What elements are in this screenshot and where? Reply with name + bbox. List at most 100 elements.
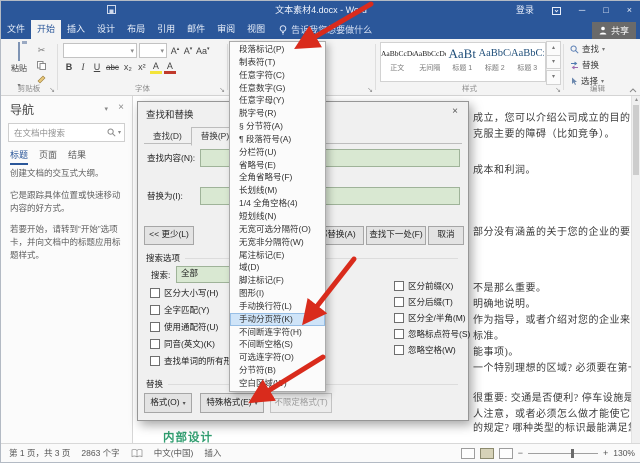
find-next-button[interactable]: 查找下一处(F) — [366, 226, 426, 245]
special-character-item[interactable]: § 分节符(A) — [230, 120, 325, 133]
font-name-select[interactable]: ▾ — [63, 43, 137, 58]
scrollbar-thumb[interactable] — [633, 105, 639, 175]
style-chip[interactable]: AaBt 标题 1 — [446, 43, 479, 81]
cancel-button[interactable]: 取消 — [428, 226, 464, 245]
copy-icon[interactable] — [37, 61, 46, 70]
nav-pane-tab[interactable]: 页面 — [39, 148, 57, 165]
special-character-item[interactable]: 手动换行符(L) — [230, 300, 325, 313]
checkbox-option[interactable]: 忽略空格(W) — [394, 342, 470, 358]
checkbox[interactable] — [394, 281, 404, 291]
styles-scroll-up-icon[interactable]: ▴ — [546, 41, 561, 56]
ribbon-tab[interactable]: 插入 — [61, 20, 91, 39]
ribbon-tab[interactable]: 视图 — [241, 20, 271, 39]
special-character-item[interactable]: 短划线(N) — [230, 210, 325, 223]
special-character-item[interactable]: 不间断空格(S) — [230, 338, 325, 351]
font-format-button[interactable]: abc — [105, 61, 120, 74]
dialog-close-icon[interactable]: × — [447, 105, 463, 119]
zoom-out-icon[interactable]: − — [518, 448, 523, 458]
special-character-item[interactable]: 尾注标记(E) — [230, 249, 325, 262]
special-character-item[interactable]: 分节符(B) — [230, 364, 325, 377]
font-format-button[interactable]: A — [149, 61, 162, 74]
ribbon-tab[interactable]: 开始 — [31, 20, 62, 39]
ribbon-tab[interactable]: 布局 — [121, 20, 151, 39]
insert-mode-indicator[interactable]: 插入 — [204, 447, 221, 459]
checkbox[interactable] — [394, 313, 404, 323]
font-dialog-launcher-icon[interactable]: ↘ — [219, 87, 225, 94]
ribbon-display-options-icon[interactable] — [543, 6, 570, 15]
zoom-slider-thumb[interactable] — [570, 448, 574, 458]
ribbon-tab[interactable]: 审阅 — [211, 20, 241, 39]
web-layout-icon[interactable] — [498, 447, 513, 459]
style-chip[interactable]: AaBbC: 标题 3 — [511, 43, 544, 81]
share-button[interactable]: 共享 — [591, 22, 636, 39]
zoom-in-icon[interactable]: + — [603, 448, 608, 458]
font-format-button[interactable]: x² — [136, 61, 148, 74]
special-character-item[interactable]: 分栏符(U) — [230, 146, 325, 159]
font-tool-button[interactable]: A▾ — [182, 43, 194, 58]
cut-icon[interactable]: ✂ — [38, 45, 46, 56]
font-format-button[interactable]: x₂ — [122, 61, 134, 74]
checkbox-option[interactable]: 区分全/半角(M) — [394, 310, 470, 326]
close-button[interactable]: × — [618, 1, 640, 20]
style-chip[interactable]: AaBbCcDd 无间隔 — [414, 43, 447, 81]
special-character-item[interactable]: 域(D) — [230, 261, 325, 274]
special-character-item[interactable]: 可选连字符(O) — [230, 351, 325, 364]
ribbon-tab[interactable]: 设计 — [91, 20, 121, 39]
nav-pane-options-icon[interactable]: ▾ — [104, 105, 108, 113]
special-character-item[interactable]: 脚注标记(F) — [230, 274, 325, 287]
paragraph-dialog-launcher-icon[interactable]: ↘ — [367, 87, 373, 94]
special-character-item[interactable]: 手动分页符(K) — [230, 312, 325, 326]
special-character-item[interactable]: 空白区域(W) — [230, 377, 325, 390]
font-format-button[interactable]: U — [91, 61, 103, 74]
special-character-item[interactable]: 段落标记(P) — [230, 43, 325, 56]
maximize-button[interactable]: □ — [594, 1, 617, 20]
special-character-item[interactable]: 长划线(M) — [230, 184, 325, 197]
replace-button[interactable]: 替换 — [570, 59, 599, 71]
font-tool-button[interactable]: A▴ — [169, 43, 181, 58]
checkbox[interactable] — [394, 329, 404, 339]
special-character-item[interactable]: 全角省略号(F) — [230, 171, 325, 184]
checkbox[interactable] — [150, 287, 160, 298]
special-character-item[interactable]: 任意字母(Y) — [230, 94, 325, 107]
read-mode-icon[interactable] — [460, 447, 475, 459]
font-size-select[interactable]: ▾ — [139, 43, 167, 58]
checkbox-option[interactable]: 忽略标点符号(S) — [394, 326, 470, 342]
special-character-item[interactable]: 省略号(E) — [230, 159, 325, 172]
collapse-ribbon-icon[interactable] — [629, 88, 637, 93]
minimize-button[interactable]: ─ — [570, 1, 594, 20]
tell-me-box[interactable]: 告诉我您想要做什么 — [279, 20, 372, 39]
checkbox-option[interactable]: 区分后缀(T) — [394, 294, 470, 310]
nav-pane-tab[interactable]: 标题 — [10, 148, 29, 165]
special-format-button[interactable]: 特殊格式(E) ▾ — [200, 393, 264, 413]
dialog-tab[interactable]: 查找(D) — [144, 128, 191, 145]
checkbox[interactable] — [150, 355, 160, 366]
zoom-level[interactable]: 130% — [613, 448, 635, 458]
format-button[interactable]: 格式(O) ▾ — [144, 393, 192, 413]
word-count[interactable]: 2863 个字 — [81, 447, 119, 459]
style-chip[interactable]: AaBbC( 标题 2 — [479, 43, 512, 81]
print-layout-icon[interactable] — [479, 447, 494, 459]
scroll-up-icon[interactable]: ▴ — [632, 96, 640, 103]
ribbon-tab[interactable]: 邮件 — [181, 20, 211, 39]
proofing-icon[interactable] — [131, 448, 143, 458]
special-character-item[interactable]: 无宽非分隔符(W) — [230, 236, 325, 249]
styles-scroll-down-icon[interactable]: ▾ — [546, 54, 561, 70]
zoom-slider[interactable] — [527, 448, 598, 458]
search-options-dropdown-icon[interactable]: ▾ — [118, 129, 121, 136]
clipboard-dialog-launcher-icon[interactable]: ↘ — [49, 87, 55, 94]
less-button[interactable]: << 更少(L) — [144, 226, 194, 245]
font-tool-button[interactable]: Aa▾ — [195, 43, 211, 58]
checkbox-option[interactable]: 区分前缀(X) — [394, 278, 470, 294]
special-character-item[interactable]: 制表符(T) — [230, 56, 325, 69]
checkbox[interactable] — [150, 304, 160, 315]
signin-button[interactable]: 登录 — [507, 1, 543, 20]
nav-pane-tab[interactable]: 结果 — [68, 148, 86, 165]
no-format-button[interactable]: 不限定格式(T) — [270, 393, 332, 413]
font-format-button[interactable]: B — [63, 61, 75, 74]
font-format-button[interactable]: A — [163, 61, 176, 74]
special-character-item[interactable]: 脱字号(R) — [230, 107, 325, 120]
checkbox[interactable] — [394, 297, 404, 307]
checkbox[interactable] — [150, 338, 160, 349]
special-character-item[interactable]: 任意字符(C) — [230, 69, 325, 82]
styles-dialog-launcher-icon[interactable]: ↘ — [555, 87, 561, 94]
